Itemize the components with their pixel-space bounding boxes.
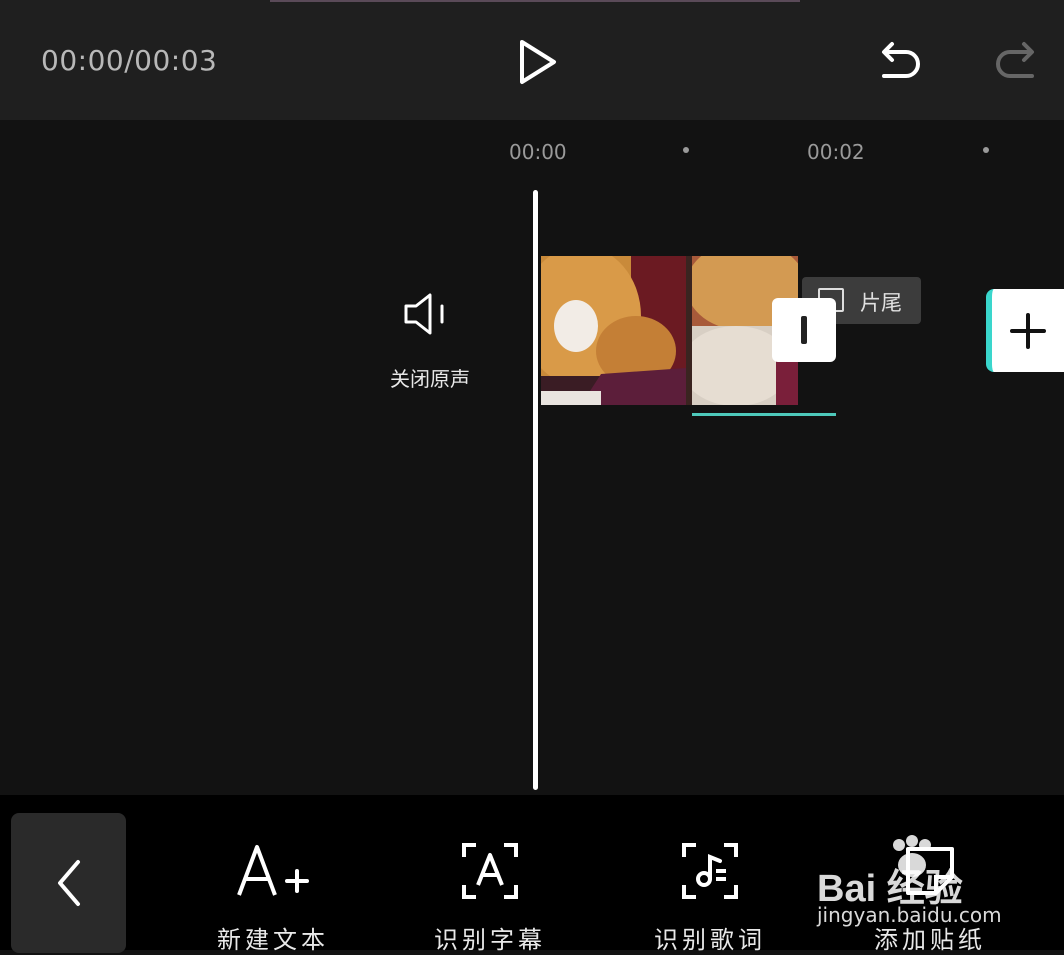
plus-icon <box>1010 312 1046 349</box>
baidu-jingyan-watermark: Bai 经验 jingyan.baidu.com <box>815 835 1015 935</box>
recognize-lyrics-button[interactable]: 识别歌词 <box>640 835 780 954</box>
speaker-icon <box>404 293 444 335</box>
recognize-subtitle-button[interactable]: 识别字幕 <box>420 835 560 954</box>
ruler-tick-2: 00:02 <box>807 140 865 164</box>
back-button[interactable] <box>11 813 126 953</box>
playhead[interactable] <box>533 190 538 790</box>
timeline-area[interactable] <box>0 120 1064 795</box>
top-bar: 00:00/00:03 <box>0 0 1064 120</box>
play-icon <box>520 40 556 84</box>
clip-selection-underline <box>692 413 836 416</box>
mute-label: 关闭原声 <box>390 367 470 391</box>
add-clip-button[interactable] <box>986 289 1064 372</box>
undo-button[interactable] <box>870 34 926 90</box>
top-progress-line <box>270 0 800 2</box>
ruler-tick-0: 00:00 <box>509 140 567 164</box>
mute-original-sound-button[interactable]: 关闭原声 <box>370 285 490 395</box>
timecode: 00:00/00:03 <box>41 44 218 77</box>
play-button[interactable] <box>510 34 566 90</box>
watermark-url: jingyan.baidu.com <box>817 903 1002 927</box>
redo-icon <box>996 42 1034 78</box>
recognize-lyrics-icon <box>682 843 738 899</box>
handle-bar-icon <box>801 316 807 344</box>
ruler-dot <box>983 147 989 153</box>
text-add-icon <box>237 845 309 896</box>
recognize-subtitle-icon <box>462 843 518 899</box>
redo-button[interactable] <box>990 34 1046 90</box>
video-clip-1[interactable] <box>541 256 686 405</box>
chevron-left-icon <box>57 860 80 906</box>
ending-label: 片尾 <box>860 291 902 315</box>
undo-icon <box>882 42 920 78</box>
new-text-button[interactable]: 新建文本 <box>203 835 343 954</box>
clip-thumbnail <box>541 256 686 405</box>
clip-split-handle[interactable] <box>772 298 836 362</box>
ruler-dot <box>683 147 689 153</box>
